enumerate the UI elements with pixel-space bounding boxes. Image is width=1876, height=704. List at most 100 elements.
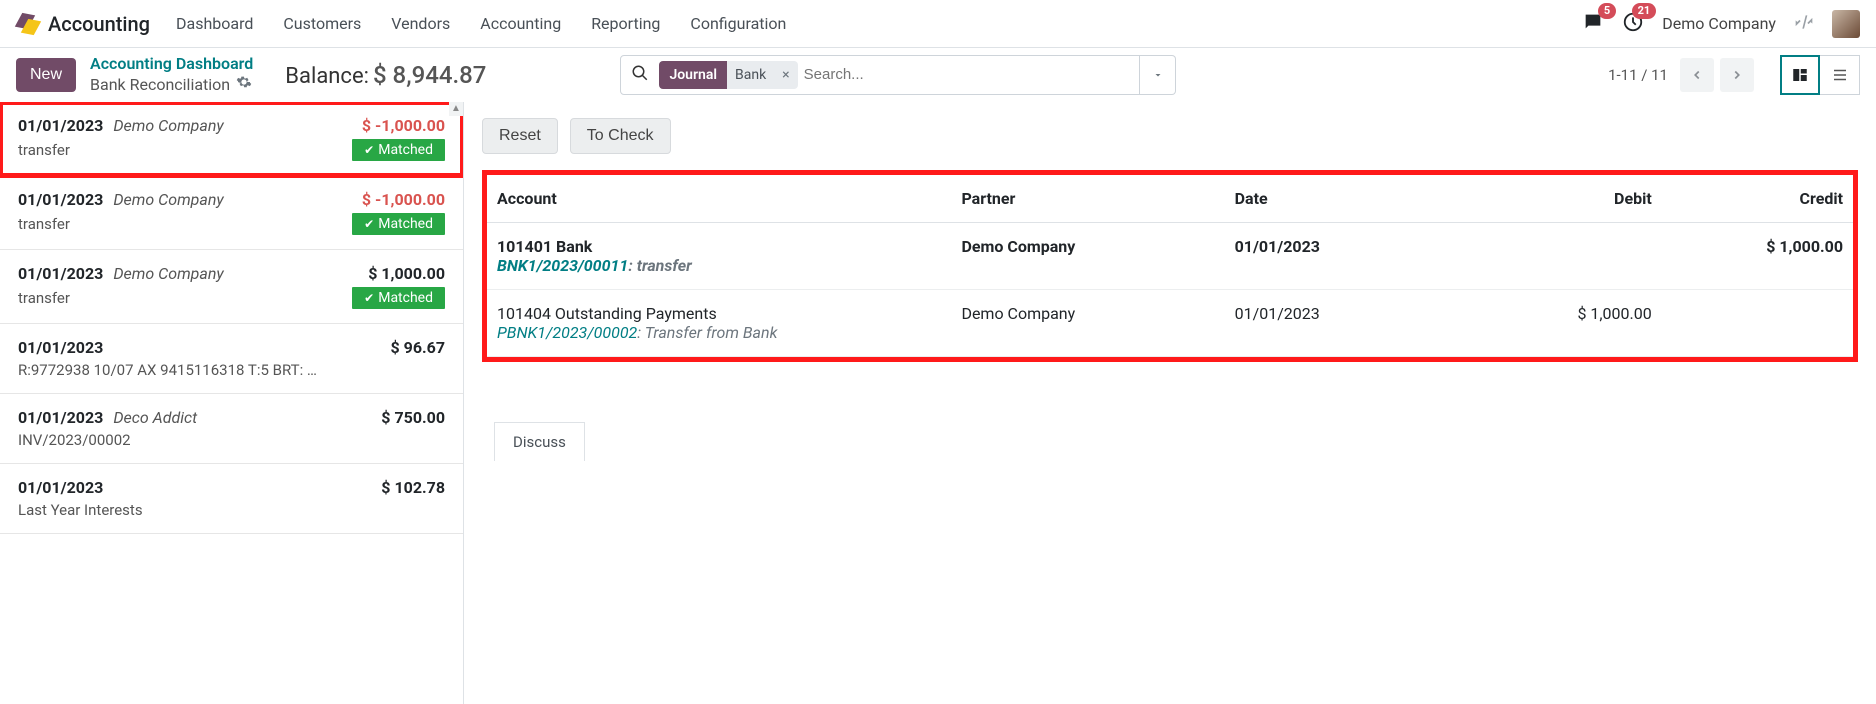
line-partner: Demo Company: [113, 190, 223, 209]
line-date: 01/01/2023: [18, 190, 103, 209]
cell-debit: $ 1,000.00: [1471, 289, 1662, 356]
line-description: INV/2023/00002: [18, 431, 131, 449]
pager: 1-11 / 11: [1608, 55, 1860, 95]
balance: Balance: $ 8,944.87: [285, 61, 486, 89]
app-brand[interactable]: Accounting: [48, 12, 150, 36]
search-box[interactable]: Journal Bank ×: [620, 55, 1140, 95]
statement-line[interactable]: 01/01/2023 Demo Company $ -1,000.00 transfe…: [0, 102, 463, 176]
search-icon: [621, 64, 659, 86]
nav-menu: Dashboard Customers Vendors Accounting R…: [176, 14, 786, 33]
statement-line[interactable]: 01/01/2023 $ 96.67 R:9772938 10/07 AX 9415…: [0, 324, 463, 394]
nav-customers[interactable]: Customers: [283, 14, 361, 33]
nav-accounting[interactable]: Accounting: [480, 14, 561, 33]
matched-badge[interactable]: Matched: [352, 287, 445, 309]
systray: 5 21 Demo Company: [1582, 10, 1860, 38]
matched-badge[interactable]: Matched: [352, 213, 445, 235]
cell-date: 01/01/2023: [1225, 289, 1471, 356]
cell-reference[interactable]: BNK1/2023/00011: [497, 256, 628, 275]
col-partner: Partner: [951, 175, 1224, 223]
statement-list[interactable]: ▲ 01/01/2023 Demo Company $ -1,000.00 trans…: [0, 102, 464, 704]
table-row[interactable]: 101404 Outstanding PaymentsPBNK1/2023/00…: [487, 289, 1853, 356]
search-options-dropdown[interactable]: [1140, 55, 1176, 95]
detail-panel: Reset To Check Account Partner Date Debi…: [464, 102, 1876, 704]
line-date: 01/01/2023: [18, 478, 103, 497]
control-bar: New Accounting Dashboard Bank Reconcilia…: [0, 48, 1876, 102]
line-amount: $ 102.78: [381, 478, 445, 497]
col-debit: Debit: [1471, 175, 1662, 223]
cell-partner: Demo Company: [951, 222, 1224, 289]
line-amount: $ -1,000.00: [362, 116, 445, 135]
nav-configuration[interactable]: Configuration: [690, 14, 786, 33]
col-account: Account: [487, 175, 951, 223]
pager-next-icon[interactable]: [1720, 58, 1754, 92]
pager-text[interactable]: 1-11 / 11: [1608, 66, 1668, 84]
line-description: transfer: [18, 141, 70, 159]
line-description: Last Year Interests: [18, 501, 143, 519]
line-date: 01/01/2023: [18, 408, 103, 427]
line-description: R:9772938 10/07 AX 9415116318 T:5 BRT: 1…: [18, 361, 318, 379]
cell-account: 101404 Outstanding Payments: [497, 304, 941, 323]
top-nav: Accounting Dashboard Customers Vendors A…: [0, 0, 1876, 48]
journal-entries-table: Account Partner Date Debit Credit 101401…: [482, 170, 1858, 362]
line-description: transfer: [18, 289, 70, 307]
cell-date: 01/01/2023: [1225, 222, 1471, 289]
line-amount: $ 96.67: [390, 338, 445, 357]
cell-credit: $ 1,000.00: [1662, 222, 1853, 289]
line-date: 01/01/2023: [18, 116, 103, 135]
scroll-up-icon[interactable]: ▲: [449, 102, 463, 116]
view-list-icon[interactable]: [1820, 55, 1860, 95]
activities-badge: 21: [1632, 3, 1657, 19]
statement-line[interactable]: 01/01/2023 $ 102.78 Last Year Interests: [0, 464, 463, 534]
detail-toolbar: Reset To Check: [464, 102, 1876, 170]
line-partner: Demo Company: [113, 264, 223, 283]
debug-icon[interactable]: [1794, 12, 1814, 36]
facet-key: Journal: [659, 61, 727, 89]
line-amount: $ 1,000.00: [368, 264, 445, 283]
cell-credit: [1662, 289, 1853, 356]
breadcrumb-current: Bank Reconciliation: [90, 75, 230, 95]
statement-line[interactable]: 01/01/2023 Demo Company $ 1,000.00 transfer…: [0, 250, 463, 324]
new-button[interactable]: New: [16, 58, 76, 92]
gear-icon[interactable]: [236, 74, 252, 96]
activities-icon[interactable]: 21: [1622, 11, 1644, 37]
facet-value: Bank: [727, 61, 774, 89]
statement-line[interactable]: 01/01/2023 Deco Addict $ 750.00 INV/2023/00…: [0, 394, 463, 464]
search-input[interactable]: [804, 66, 1140, 83]
user-avatar[interactable]: [1832, 10, 1860, 38]
cell-debit: [1471, 222, 1662, 289]
col-date: Date: [1225, 175, 1471, 223]
nav-dashboard[interactable]: Dashboard: [176, 14, 253, 33]
line-date: 01/01/2023: [18, 264, 103, 283]
line-amount: $ 750.00: [381, 408, 445, 427]
messages-icon[interactable]: 5: [1582, 11, 1604, 37]
reset-button[interactable]: Reset: [482, 118, 558, 154]
app-logo[interactable]: [16, 12, 40, 36]
line-amount: $ -1,000.00: [362, 190, 445, 209]
cell-reference[interactable]: PBNK1/2023/00002: [497, 323, 637, 342]
table-row[interactable]: 101401 BankBNK1/2023/00011: transfer Demo…: [487, 222, 1853, 289]
pager-prev-icon[interactable]: [1680, 58, 1714, 92]
cell-account: 101401 Bank: [497, 237, 941, 256]
line-partner: Deco Addict: [113, 408, 197, 427]
nav-vendors[interactable]: Vendors: [391, 14, 450, 33]
col-credit: Credit: [1662, 175, 1853, 223]
line-partner: Demo Company: [113, 116, 223, 135]
balance-label: Balance:: [285, 64, 369, 89]
cell-reference-desc: : transfer: [628, 256, 691, 275]
main-area: ▲ 01/01/2023Demo Company$ -1,000.00trans…: [0, 102, 1876, 704]
company-selector[interactable]: Demo Company: [1662, 14, 1776, 33]
cell-reference-desc: : Transfer from Bank: [637, 323, 777, 342]
nav-reporting[interactable]: Reporting: [591, 14, 660, 33]
cell-partner: Demo Company: [951, 289, 1224, 356]
matched-badge[interactable]: Matched: [352, 139, 445, 161]
line-date: 01/01/2023: [18, 338, 103, 357]
line-description: transfer: [18, 215, 70, 233]
facet-remove-icon[interactable]: ×: [774, 61, 797, 89]
tab-discuss[interactable]: Discuss: [494, 422, 585, 461]
balance-value: $ 8,944.87: [373, 61, 486, 89]
statement-line[interactable]: 01/01/2023 Demo Company $ -1,000.00 transfe…: [0, 176, 463, 250]
view-kanban-icon[interactable]: [1780, 55, 1820, 95]
messages-badge: 5: [1598, 3, 1616, 19]
breadcrumb-parent[interactable]: Accounting Dashboard: [90, 54, 253, 74]
to-check-button[interactable]: To Check: [570, 118, 671, 154]
